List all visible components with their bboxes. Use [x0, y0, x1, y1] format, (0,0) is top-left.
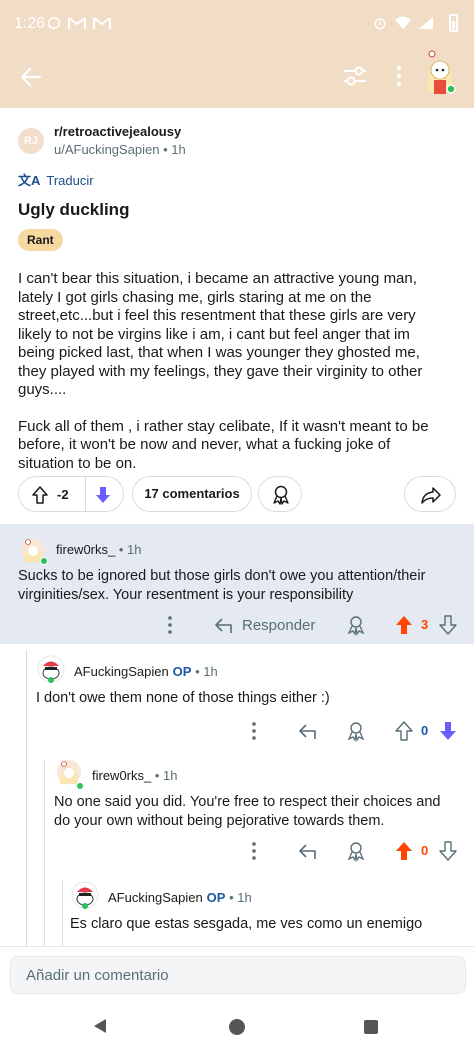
op-badge: OP [206, 890, 226, 905]
more-vertical-icon[interactable] [246, 720, 262, 742]
post-body-paragraph-2: Fuck all of them , i rather stay celibat… [18, 417, 429, 472]
award-icon [273, 485, 289, 505]
alarm-icon [374, 18, 386, 30]
comment-author[interactable]: AFuckingSapien OP • 1h [74, 664, 218, 679]
signal-icon [419, 17, 433, 29]
post-score: -2 [57, 487, 69, 502]
upvote-icon[interactable] [394, 720, 414, 742]
share-button[interactable] [404, 476, 456, 512]
top-app-bar [0, 44, 474, 108]
nav-recents-icon[interactable] [364, 1020, 378, 1034]
nav-home-icon[interactable] [229, 1019, 245, 1035]
user-avatar[interactable] [418, 46, 462, 96]
comment-username: AFuckingSapien [74, 664, 169, 679]
subreddit-avatar[interactable]: RJ [18, 128, 44, 154]
gmail-icon [68, 17, 86, 29]
reply-icon[interactable] [298, 840, 318, 862]
comment-time: • 1h [191, 664, 218, 679]
comments-button[interactable]: 17 comentarios [132, 476, 252, 512]
post-vote-pill: -2 [18, 476, 124, 512]
comment-text: I don't owe them none of those things ei… [36, 690, 330, 706]
upvote-icon[interactable] [394, 840, 414, 862]
online-indicator [40, 557, 48, 565]
comment-time: • 1h [225, 890, 252, 905]
comment-author[interactable]: firew0rks_ • 1h [56, 542, 142, 557]
downvote-icon[interactable] [94, 485, 112, 505]
filter-icon[interactable] [342, 64, 368, 88]
share-icon [421, 487, 441, 504]
upvote-icon[interactable] [394, 614, 414, 636]
comment: firew0rks_ • 1h Sucks to be ignored but … [0, 524, 474, 644]
system-navigation-bar [0, 1000, 474, 1053]
award-icon[interactable] [346, 720, 366, 742]
reply-icon[interactable] [214, 614, 234, 636]
comment-score: 3 [421, 617, 429, 632]
comment-score: 0 [421, 843, 429, 858]
award-icon[interactable] [346, 840, 366, 862]
post-flair[interactable]: Rant [18, 229, 63, 251]
post-title: Ugly duckling [18, 200, 130, 219]
more-vertical-icon[interactable] [394, 64, 404, 88]
comment-score: 0 [421, 723, 429, 738]
reply-button[interactable]: Responder [242, 617, 315, 634]
comment-actions: 0 [0, 720, 474, 744]
commenter-avatar[interactable] [70, 880, 100, 910]
status-time: 1:26 [14, 15, 46, 32]
nav-back-icon[interactable] [92, 1018, 108, 1034]
comment-actions: 0 [0, 840, 474, 864]
upvote-icon[interactable] [31, 485, 49, 505]
downvote-icon[interactable] [438, 614, 458, 636]
whatsapp-icon [48, 17, 60, 29]
award-button[interactable] [258, 476, 302, 512]
add-comment-placeholder: Añadir un comentario [26, 967, 169, 984]
translate-icon: 文A [18, 173, 41, 188]
post-body-paragraph-1: I can't bear this situation, i became an… [18, 270, 423, 398]
post-body: I can't bear this situation, i became an… [18, 270, 448, 491]
comment-author[interactable]: AFuckingSapien OP • 1h [108, 890, 252, 905]
composer-divider [0, 946, 474, 947]
more-vertical-icon[interactable] [246, 840, 262, 862]
comment-username: AFuckingSapien [108, 890, 203, 905]
op-badge: OP [172, 664, 192, 679]
reply-icon[interactable] [298, 720, 318, 742]
post-author-meta[interactable]: u/AFuckingSapien • 1h [54, 142, 186, 157]
add-comment-input[interactable]: Añadir un comentario [10, 956, 466, 994]
post-actions: -2 17 comentarios [0, 476, 474, 512]
app-header-area: 1:26 [0, 0, 474, 108]
comment-text: Es claro que estas sesgada, me ves como … [70, 916, 423, 932]
back-arrow-icon[interactable] [18, 64, 44, 90]
comment-username: firew0rks_ [56, 542, 116, 557]
comment-time: • 1h [151, 768, 178, 783]
more-vertical-icon[interactable] [162, 614, 178, 636]
comment-actions: Responder 3 [0, 614, 474, 638]
comment-text: Sucks to be ignored but those girls don'… [18, 568, 426, 603]
battery-icon [449, 14, 458, 32]
comment-author[interactable]: firew0rks_ • 1h [92, 768, 178, 783]
comment-time: • 1h [115, 542, 142, 557]
vote-divider [85, 477, 86, 511]
award-icon[interactable] [346, 614, 366, 636]
downvote-icon[interactable] [438, 720, 458, 742]
status-bar: 1:26 [0, 0, 474, 44]
downvote-icon[interactable] [438, 840, 458, 862]
wifi-icon [395, 16, 411, 29]
commenter-avatar[interactable] [36, 654, 66, 684]
subreddit-name[interactable]: r/retroactivejealousy [54, 124, 181, 139]
online-indicator [76, 782, 84, 790]
thread-line [62, 880, 63, 946]
gmail-icon-2 [93, 17, 111, 29]
comment-text: No one said you did. You're free to resp… [54, 794, 441, 829]
translate-label: Traducir [46, 173, 94, 188]
translate-button[interactable]: 文A Traducir [18, 170, 94, 189]
thread-line [26, 650, 27, 946]
comment-username: firew0rks_ [92, 768, 152, 783]
